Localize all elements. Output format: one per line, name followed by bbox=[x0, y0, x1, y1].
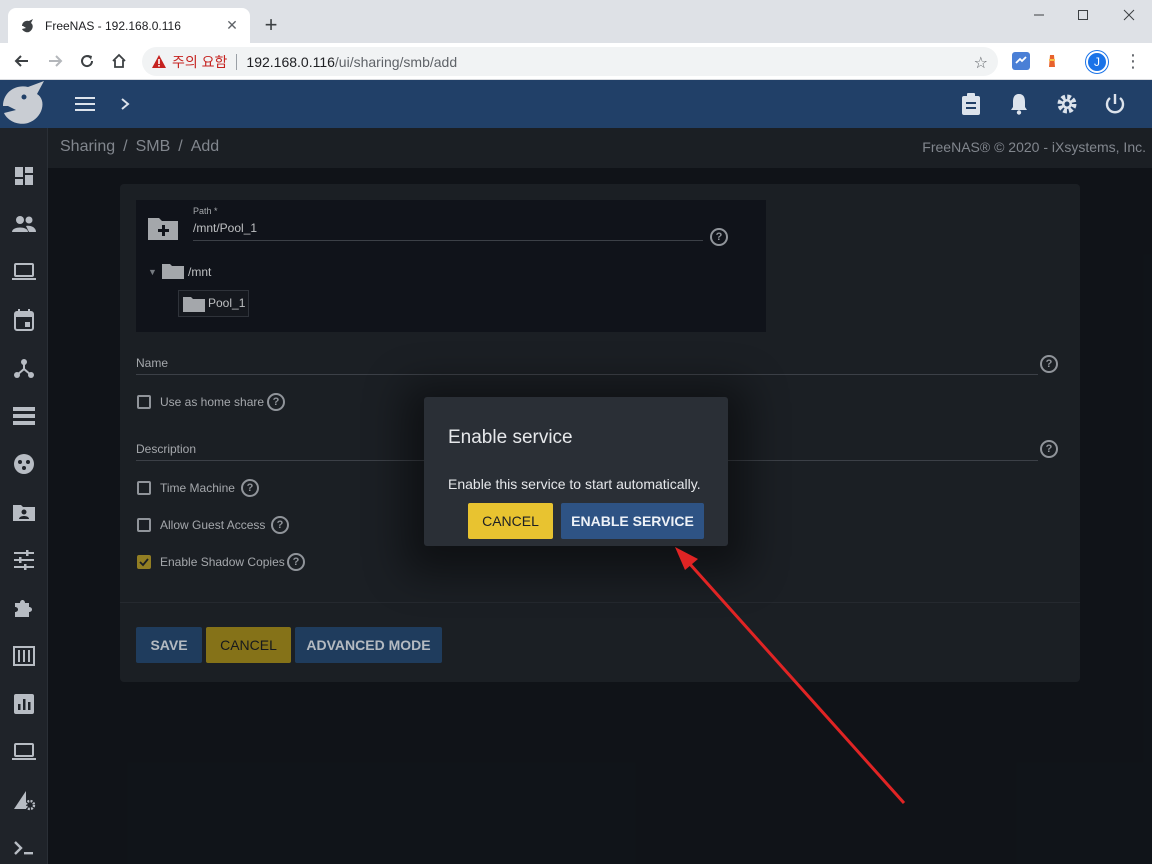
enable-service-button[interactable]: ENABLE SERVICE bbox=[561, 503, 704, 539]
tab-title: FreeNAS - 192.168.0.116 bbox=[45, 18, 181, 33]
clipboard-icon[interactable] bbox=[959, 92, 983, 116]
services-tune-icon[interactable] bbox=[12, 548, 36, 572]
forward-icon[interactable] bbox=[43, 49, 67, 73]
browser-tabstrip: FreeNAS - 192.168.0.116 ✕ + bbox=[0, 0, 1152, 43]
plugins-puzzle-icon[interactable] bbox=[12, 596, 36, 620]
extension-lighthouse-icon[interactable] bbox=[1043, 52, 1061, 70]
address-separator bbox=[236, 53, 238, 70]
dashboard-icon[interactable] bbox=[12, 164, 36, 188]
browser-tab[interactable]: FreeNAS - 192.168.0.116 ✕ bbox=[8, 8, 250, 43]
calendar-icon[interactable] bbox=[12, 308, 36, 332]
back-icon[interactable] bbox=[10, 49, 34, 73]
tab-close-icon[interactable]: ✕ bbox=[224, 17, 240, 34]
browser-menu-icon[interactable]: ⋮ bbox=[1124, 52, 1142, 70]
dialog-title: Enable service bbox=[448, 427, 573, 448]
reload-icon[interactable] bbox=[75, 49, 99, 73]
close-window-icon[interactable] bbox=[1106, 0, 1152, 30]
display-settings-icon[interactable] bbox=[12, 788, 36, 812]
jails-icon[interactable] bbox=[12, 644, 36, 668]
virtual-machines-icon[interactable] bbox=[12, 740, 36, 764]
new-tab-icon[interactable]: + bbox=[262, 14, 280, 36]
warning-icon bbox=[152, 55, 166, 68]
minimize-icon[interactable] bbox=[1016, 0, 1062, 30]
enable-service-dialog: Enable service Enable this service to st… bbox=[424, 397, 728, 546]
storage-icon[interactable] bbox=[12, 404, 36, 428]
freenas-logo-icon[interactable] bbox=[0, 80, 50, 128]
browser-toolbar: 주의 요함 192.168.0.116/ui/sharing/smb/add ☆… bbox=[0, 43, 1152, 80]
profile-avatar[interactable]: J bbox=[1086, 51, 1108, 73]
system-laptop-icon[interactable] bbox=[12, 260, 36, 284]
bookmark-star-icon[interactable]: ☆ bbox=[974, 53, 988, 73]
address-bar[interactable]: 주의 요함 192.168.0.116/ui/sharing/smb/add ☆ bbox=[142, 47, 998, 76]
app-topbar bbox=[0, 80, 1152, 128]
url-path: /ui/sharing/smb/add bbox=[334, 53, 458, 70]
hamburger-menu-icon[interactable] bbox=[73, 92, 97, 116]
gear-icon[interactable] bbox=[1055, 92, 1079, 116]
power-icon[interactable] bbox=[1103, 92, 1127, 116]
reporting-chart-icon[interactable] bbox=[12, 692, 36, 716]
accounts-icon[interactable] bbox=[12, 212, 36, 236]
network-icon[interactable] bbox=[12, 356, 36, 380]
sharing-icon[interactable] bbox=[12, 500, 36, 524]
dialog-message: Enable this service to start automatical… bbox=[448, 476, 701, 492]
home-icon[interactable] bbox=[107, 49, 131, 73]
chevron-right-icon[interactable] bbox=[113, 92, 137, 116]
dialog-cancel-button[interactable]: CANCEL bbox=[468, 503, 553, 539]
directory-services-icon[interactable] bbox=[12, 452, 36, 476]
maximize-icon[interactable] bbox=[1060, 0, 1106, 30]
security-warning-text: 주의 요함 bbox=[172, 53, 228, 70]
bell-icon[interactable] bbox=[1007, 92, 1031, 116]
url-host: 192.168.0.116 bbox=[246, 53, 335, 70]
shell-terminal-icon[interactable] bbox=[12, 836, 36, 860]
extension-analytics-icon[interactable] bbox=[1012, 52, 1030, 70]
freenas-favicon-icon bbox=[22, 18, 33, 32]
sidebar bbox=[0, 128, 48, 864]
url-text: 192.168.0.116/ui/sharing/smb/add bbox=[246, 54, 457, 70]
